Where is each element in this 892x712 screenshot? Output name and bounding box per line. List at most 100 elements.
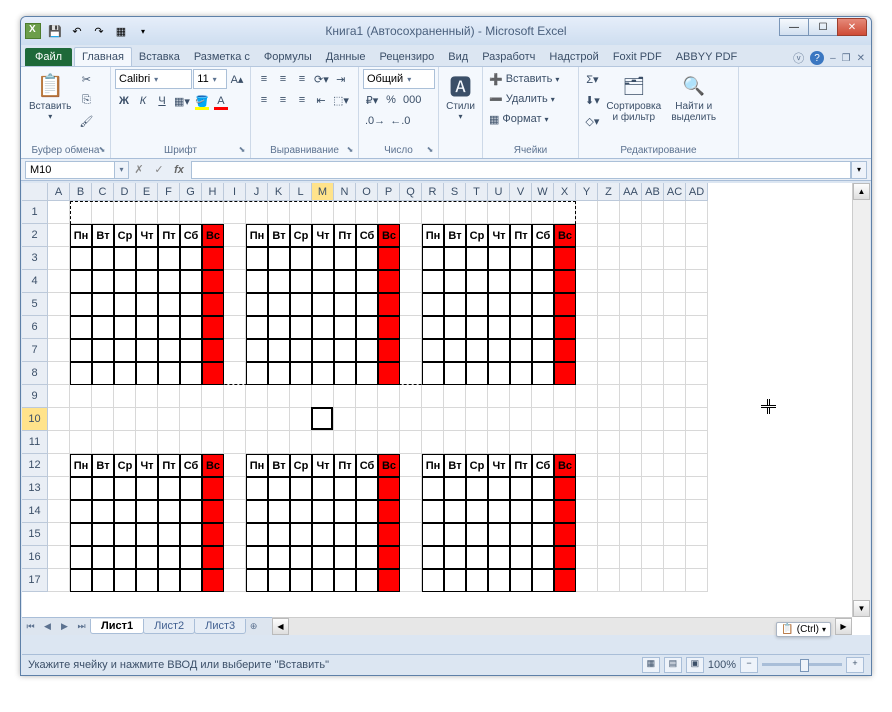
cell[interactable] [510, 408, 532, 431]
cell[interactable] [158, 362, 180, 385]
cell[interactable] [642, 316, 664, 339]
cell[interactable] [422, 523, 444, 546]
cell[interactable] [48, 339, 70, 362]
cell[interactable] [488, 500, 510, 523]
cell[interactable] [422, 201, 444, 224]
cell[interactable] [92, 477, 114, 500]
cell[interactable] [554, 339, 576, 362]
cell[interactable] [422, 316, 444, 339]
redo-button[interactable]: ↷ [89, 21, 109, 41]
cell[interactable] [686, 500, 708, 523]
col-header-O[interactable]: O [356, 183, 378, 201]
cell[interactable] [664, 500, 686, 523]
cell[interactable] [158, 247, 180, 270]
cell[interactable] [620, 224, 642, 247]
cell[interactable]: Ср [466, 454, 488, 477]
cell[interactable] [246, 385, 268, 408]
cell[interactable] [510, 201, 532, 224]
cell[interactable] [114, 523, 136, 546]
cell[interactable] [224, 523, 246, 546]
cell[interactable] [224, 201, 246, 224]
cell[interactable] [114, 293, 136, 316]
cell[interactable] [48, 293, 70, 316]
font-color-button[interactable]: A [212, 91, 230, 111]
cell[interactable]: Чт [488, 454, 510, 477]
cell[interactable] [356, 270, 378, 293]
cell[interactable] [114, 546, 136, 569]
zoom-out[interactable]: − [740, 657, 758, 673]
row-header-6[interactable]: 6 [22, 316, 48, 339]
cell[interactable] [246, 293, 268, 316]
tab-addins[interactable]: Надстрой [542, 48, 605, 66]
cell[interactable] [224, 431, 246, 454]
cell[interactable] [312, 569, 334, 592]
cell[interactable] [180, 247, 202, 270]
col-header-B[interactable]: B [70, 183, 92, 201]
cell[interactable] [422, 546, 444, 569]
cell[interactable] [554, 362, 576, 385]
cell[interactable] [224, 569, 246, 592]
cell[interactable] [532, 385, 554, 408]
cell[interactable] [576, 500, 598, 523]
cell[interactable] [114, 500, 136, 523]
cell[interactable] [576, 477, 598, 500]
close-button[interactable]: ✕ [837, 18, 867, 36]
cell[interactable] [158, 316, 180, 339]
cell[interactable] [554, 431, 576, 454]
cell[interactable] [356, 546, 378, 569]
cell[interactable] [576, 523, 598, 546]
cell[interactable] [554, 500, 576, 523]
cell[interactable] [48, 500, 70, 523]
cell[interactable]: Ср [290, 454, 312, 477]
cell[interactable] [444, 201, 466, 224]
cell[interactable] [664, 385, 686, 408]
cell[interactable] [290, 408, 312, 431]
view-page-layout[interactable]: ▤ [664, 657, 682, 673]
cell[interactable] [400, 408, 422, 431]
cell[interactable] [70, 569, 92, 592]
cell[interactable] [334, 500, 356, 523]
cell[interactable] [532, 247, 554, 270]
cell[interactable] [268, 362, 290, 385]
cell[interactable] [312, 362, 334, 385]
row-header-16[interactable]: 16 [22, 546, 48, 569]
cell[interactable] [554, 316, 576, 339]
cell[interactable] [48, 247, 70, 270]
cell[interactable] [532, 523, 554, 546]
cell[interactable] [400, 339, 422, 362]
cell[interactable] [378, 546, 400, 569]
italic-button[interactable]: К [134, 91, 152, 111]
cell[interactable] [48, 454, 70, 477]
cell[interactable] [488, 316, 510, 339]
format-painter-button[interactable]: 🖌 [77, 111, 95, 131]
cell[interactable] [686, 224, 708, 247]
row-header-3[interactable]: 3 [22, 247, 48, 270]
cell[interactable] [620, 477, 642, 500]
cell[interactable] [422, 385, 444, 408]
cell[interactable] [576, 385, 598, 408]
align-center[interactable]: ≡ [274, 90, 292, 110]
cell[interactable] [290, 339, 312, 362]
cell[interactable] [400, 316, 422, 339]
cell[interactable]: Вт [268, 454, 290, 477]
cell[interactable] [334, 569, 356, 592]
row-header-11[interactable]: 11 [22, 431, 48, 454]
cell[interactable] [686, 385, 708, 408]
cell[interactable]: Сб [532, 454, 554, 477]
col-header-V[interactable]: V [510, 183, 532, 201]
cell[interactable] [268, 500, 290, 523]
row-header-2[interactable]: 2 [22, 224, 48, 247]
row-header-4[interactable]: 4 [22, 270, 48, 293]
cell[interactable] [488, 408, 510, 431]
cell[interactable] [400, 224, 422, 247]
wrap-text[interactable]: ⇥ [332, 69, 350, 89]
col-header-AA[interactable]: AA [620, 183, 642, 201]
number-launcher[interactable]: ⬊ [424, 144, 436, 156]
cell[interactable] [114, 316, 136, 339]
cell[interactable] [686, 431, 708, 454]
cell[interactable] [48, 362, 70, 385]
cell[interactable] [136, 523, 158, 546]
tab-data[interactable]: Данные [319, 48, 373, 66]
cell[interactable] [598, 270, 620, 293]
cell[interactable] [488, 362, 510, 385]
